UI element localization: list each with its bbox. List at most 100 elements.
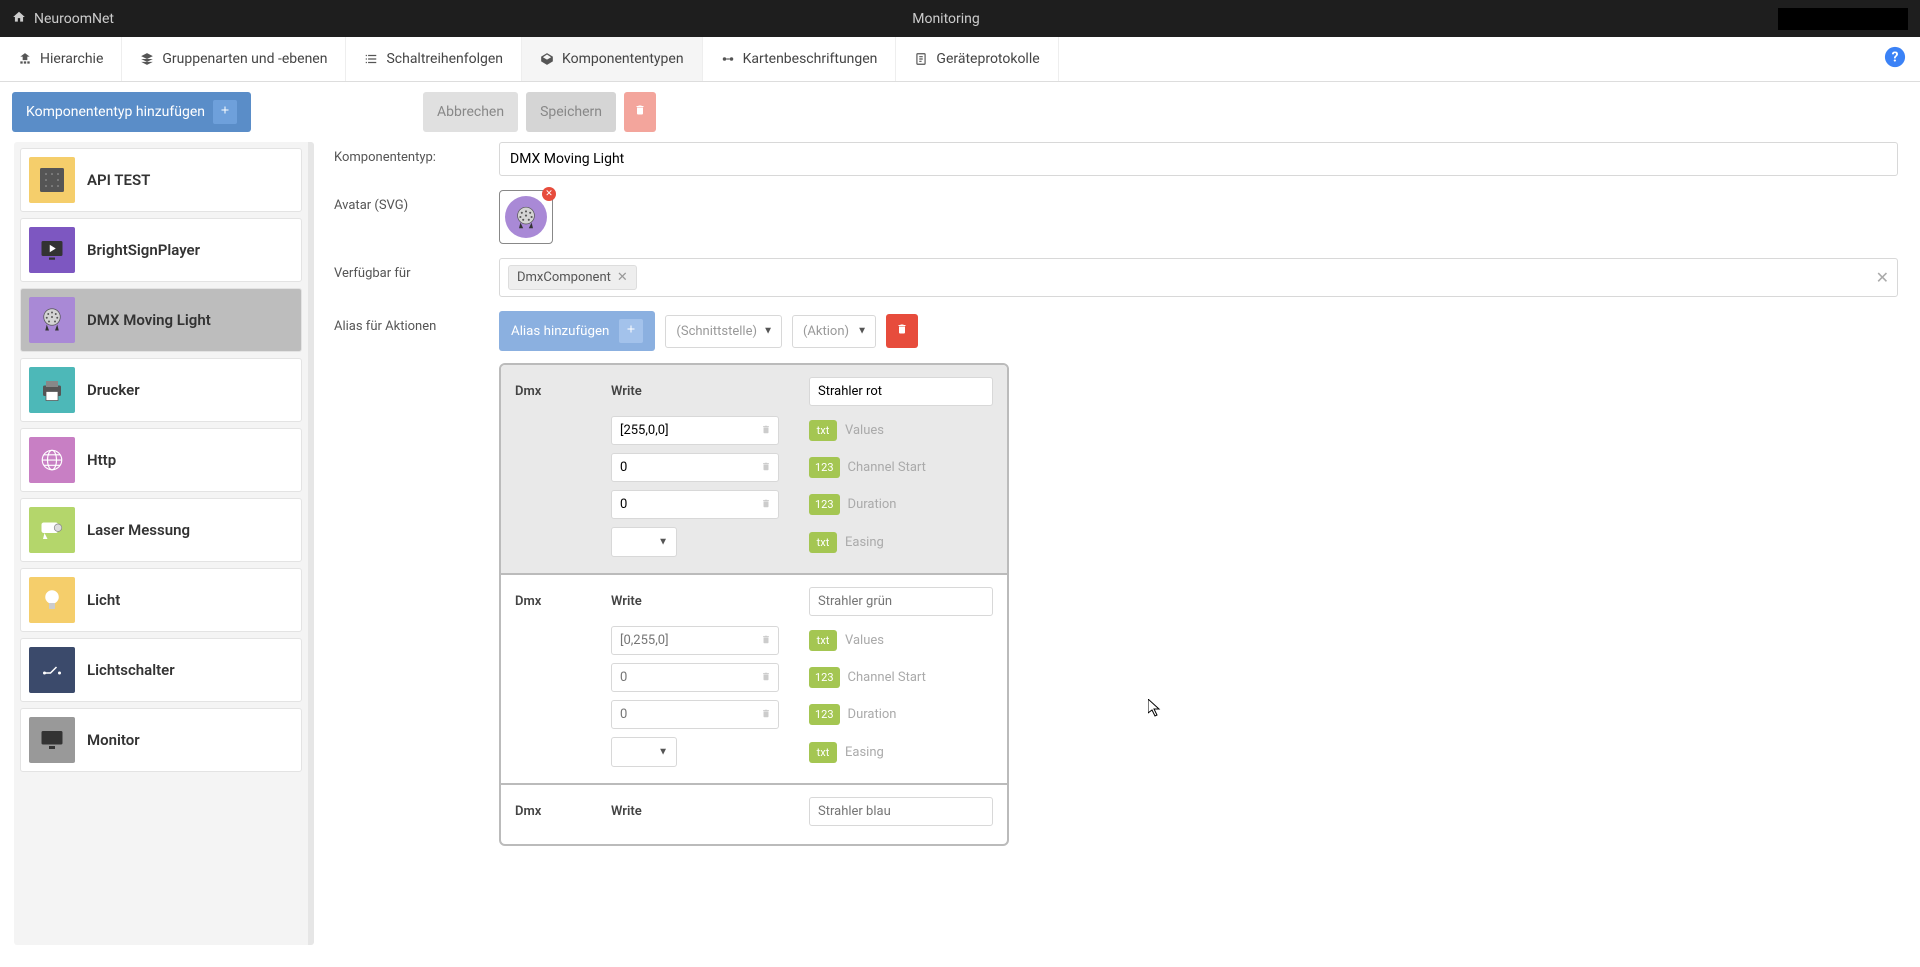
sidebar-item-dmx-moving-light[interactable]: DMX Moving Light (20, 288, 302, 352)
tab-icon (540, 52, 554, 66)
tab-label: Kartenbeschriftungen (743, 51, 878, 67)
action-method: Write (611, 594, 809, 609)
param-value-input[interactable] (611, 626, 779, 655)
action-name-input[interactable] (809, 587, 993, 616)
action-protocol: Dmx (515, 594, 611, 609)
clear-all-icon[interactable]: ✕ (1876, 268, 1889, 287)
action-protocol: Dmx (515, 804, 611, 819)
sidebar-item-laser-messung[interactable]: Laser Messung (20, 498, 302, 562)
toolbar: Komponententyp hinzufügen Abbrechen Spei… (0, 82, 1920, 142)
param-label: Channel Start (848, 670, 926, 685)
action-block[interactable]: Dmx Write (501, 785, 1007, 844)
action-name-input[interactable] (809, 797, 993, 826)
sidebar-item-licht[interactable]: Licht (20, 568, 302, 632)
tag-remove-icon[interactable]: ✕ (617, 270, 628, 285)
plus-icon (619, 319, 643, 343)
param-value-input[interactable] (611, 490, 779, 519)
param-value-input[interactable] (611, 416, 779, 445)
action-select[interactable]: (Aktion)▼ (792, 315, 876, 348)
topbar-blackbox (1778, 8, 1908, 30)
tab-icon (364, 52, 378, 66)
action-method: Write (611, 804, 809, 819)
sidebar-item-label: Lichtschalter (87, 661, 175, 679)
param-label: Easing (845, 745, 884, 760)
sidebar-item-lichtschalter[interactable]: Lichtschalter (20, 638, 302, 702)
sidebar-item-label: DMX Moving Light (87, 311, 211, 329)
action-protocol: Dmx (515, 384, 611, 399)
clear-icon[interactable] (761, 670, 771, 685)
delete-button[interactable] (624, 92, 656, 132)
tab-label: Gruppenarten und -ebenen (162, 51, 327, 67)
param-label: Channel Start (848, 460, 926, 475)
svg-text:?: ? (1892, 50, 1899, 66)
param-label: Duration (848, 497, 897, 512)
action-block[interactable]: Dmx Write txt Values 123 Channel Start 1… (501, 575, 1007, 785)
clear-icon[interactable] (761, 707, 771, 722)
add-alias-button[interactable]: Alias hinzufügen (499, 311, 655, 351)
tab-icon (18, 52, 32, 66)
action-name-input[interactable] (809, 377, 993, 406)
tab-hierarchie[interactable]: Hierarchie (0, 37, 122, 81)
action-block[interactable]: Dmx Write txt Values 123 Channel Start 1… (501, 365, 1007, 575)
label-avatar: Avatar (SVG) (334, 190, 499, 213)
switch-icon (29, 647, 75, 693)
sidebar-item-monitor[interactable]: Monitor (20, 708, 302, 772)
sidebar-item-label: API TEST (87, 171, 150, 189)
type-badge: txt (809, 630, 837, 651)
cancel-button[interactable]: Abbrechen (423, 92, 518, 132)
tab-komponententypen[interactable]: Komponententypen (522, 37, 703, 81)
param-value-input[interactable] (611, 453, 779, 482)
tab-label: Hierarchie (40, 51, 103, 67)
sidebar-item-api-test[interactable]: API TEST (20, 148, 302, 212)
tab-kartenbeschriftungen[interactable]: Kartenbeschriftungen (703, 37, 897, 81)
help-icon[interactable]: ? (1884, 46, 1906, 72)
home-icon[interactable] (12, 10, 26, 28)
avatar-delete-icon[interactable]: ✕ (542, 187, 556, 201)
sidebar-item-label: Laser Messung (87, 521, 190, 539)
tabbar: Hierarchie Gruppenarten und -ebenen Schalt… (0, 37, 1920, 82)
type-badge: 123 (809, 667, 840, 688)
avatar-preview[interactable]: ✕ (499, 190, 553, 244)
clear-icon[interactable] (761, 497, 771, 512)
clear-icon[interactable] (761, 633, 771, 648)
type-badge: txt (809, 532, 837, 553)
available-for-field[interactable]: DmxComponent ✕ ✕ (499, 258, 1898, 297)
add-componenttype-button[interactable]: Komponententyp hinzufügen (12, 92, 251, 132)
tab-ger-teprotokolle[interactable]: Geräteprotokolle (896, 37, 1058, 81)
easing-select[interactable]: ▼ (611, 527, 677, 557)
monitor-icon (29, 717, 75, 763)
tab-label: Komponententypen (562, 51, 684, 67)
plus-icon (213, 100, 237, 124)
save-button[interactable]: Speichern (526, 92, 616, 132)
sidebar-item-label: BrightSignPlayer (87, 241, 200, 259)
sidebar-item-label: Drucker (87, 381, 140, 399)
sidebar[interactable]: API TEST BrightSignPlayer DMX Moving Light… (14, 142, 314, 945)
sidebar-item-brightsignplayer[interactable]: BrightSignPlayer (20, 218, 302, 282)
type-badge: txt (809, 420, 837, 441)
sidebar-item-label: Monitor (87, 731, 140, 749)
sidebar-item-http[interactable]: Http (20, 428, 302, 492)
interface-select[interactable]: (Schnittstelle)▼ (665, 315, 782, 348)
param-value-input[interactable] (611, 700, 779, 729)
tab-schaltreihenfolgen[interactable]: Schaltreihenfolgen (346, 37, 522, 81)
param-label: Duration (848, 707, 897, 722)
tab-gruppenarten-und-ebenen[interactable]: Gruppenarten und -ebenen (122, 37, 346, 81)
tab-icon (721, 52, 735, 66)
sidebar-item-drucker[interactable]: Drucker (20, 358, 302, 422)
label-alias: Alias für Aktionen (334, 311, 499, 334)
clear-icon[interactable] (761, 423, 771, 438)
tab-label: Geräteprotokolle (936, 51, 1039, 67)
sidebar-item-label: Http (87, 451, 116, 469)
tab-label: Schaltreihenfolgen (386, 51, 503, 67)
componenttype-input[interactable] (499, 142, 1898, 176)
camera-icon (29, 507, 75, 553)
clear-icon[interactable] (761, 460, 771, 475)
param-value-input[interactable] (611, 663, 779, 692)
action-method: Write (611, 384, 809, 399)
page-title: Monitoring (114, 11, 1778, 27)
easing-select[interactable]: ▼ (611, 737, 677, 767)
tag-dmxcomponent[interactable]: DmxComponent ✕ (508, 265, 637, 290)
printer-icon (29, 367, 75, 413)
tab-icon (140, 52, 154, 66)
alias-delete-button[interactable] (886, 314, 918, 348)
